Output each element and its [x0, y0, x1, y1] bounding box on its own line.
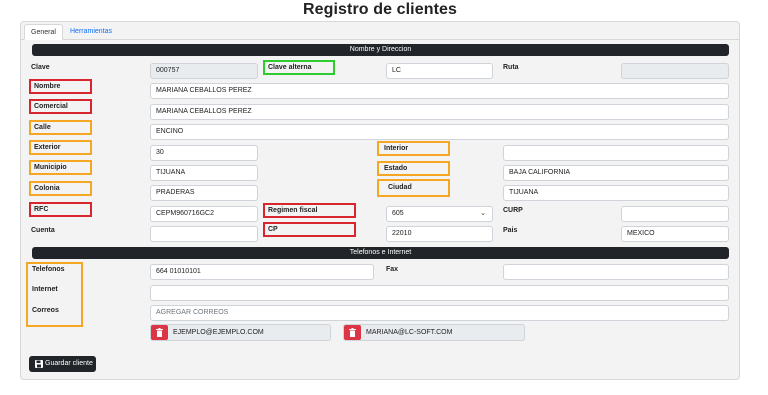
- telefonos-input[interactable]: 664 01010101: [150, 264, 374, 280]
- correos-input[interactable]: AGREGAR CORREOS: [150, 305, 729, 321]
- estado-label: Estado: [384, 165, 408, 172]
- email-address: MARIANA@LC-SOFT.COM: [366, 329, 453, 336]
- colonia-label: Colonia: [34, 185, 60, 192]
- email-chip: MARIANA@LC-SOFT.COM: [343, 324, 525, 341]
- curp-label: CURP: [503, 207, 523, 214]
- save-client-label: Guardar cliente: [45, 360, 93, 367]
- internet-input[interactable]: [150, 285, 729, 301]
- trash-icon: [349, 328, 356, 337]
- clave-alterna-label: Clave alterna: [268, 64, 312, 71]
- delete-email-button[interactable]: [151, 325, 168, 340]
- exterior-label: Exterior: [34, 144, 61, 151]
- fax-label: Fax: [386, 266, 399, 273]
- section-phones-internet: Telefonos e Internet: [32, 247, 729, 259]
- comercial-input[interactable]: MARIANA CEBALLOS PEREZ: [150, 104, 729, 120]
- cp-label: CP: [268, 226, 278, 233]
- interior-label: Interior: [384, 145, 409, 152]
- nombre-input[interactable]: MARIANA CEBALLOS PEREZ: [150, 83, 729, 99]
- regimen-fiscal-label: Regimen fiscal: [268, 207, 318, 214]
- tab-herramientas[interactable]: Herramientas: [64, 24, 118, 40]
- calle-label: Calle: [34, 124, 51, 131]
- clave-alterna-input[interactable]: LC: [386, 63, 493, 79]
- regimen-fiscal-select[interactable]: 605 ⌄: [386, 206, 493, 222]
- ruta-label: Ruta: [503, 64, 519, 71]
- nombre-label: Nombre: [34, 83, 61, 90]
- comercial-label: Comercial: [34, 103, 68, 110]
- telefonos-label: Telefonos: [32, 266, 65, 273]
- chevron-down-icon: ⌄: [480, 210, 486, 217]
- colonia-input[interactable]: PRADERAS: [150, 185, 258, 201]
- interior-input[interactable]: [503, 145, 729, 161]
- tab-bar: General Herramientas: [21, 22, 739, 40]
- correos-label: Correos: [32, 307, 59, 314]
- exterior-input[interactable]: 30: [150, 145, 258, 161]
- delete-email-button[interactable]: [344, 325, 361, 340]
- floppy-disk-icon: [35, 360, 43, 368]
- estado-input[interactable]: BAJA CALIFORNIA: [503, 165, 729, 181]
- curp-input[interactable]: [621, 206, 729, 222]
- ruta-input[interactable]: [621, 63, 729, 79]
- section-name-address: Nombre y Direccion: [32, 44, 729, 56]
- save-client-button[interactable]: Guardar cliente: [29, 356, 96, 372]
- email-address: EJEMPLO@EJEMPLO.COM: [173, 329, 264, 336]
- ciudad-label: Ciudad: [388, 184, 412, 191]
- internet-label: Internet: [32, 286, 58, 293]
- calle-input[interactable]: ENCINO: [150, 124, 729, 140]
- municipio-label: Municipio: [34, 164, 67, 171]
- pais-label: Pais: [503, 227, 518, 234]
- rfc-label: RFC: [34, 206, 49, 213]
- rfc-input[interactable]: CEPM960716GC2: [150, 206, 258, 222]
- clave-input[interactable]: 000757: [150, 63, 258, 79]
- pais-input[interactable]: MEXICO: [621, 226, 729, 242]
- email-chip: EJEMPLO@EJEMPLO.COM: [150, 324, 331, 341]
- regimen-fiscal-value: 605: [392, 210, 404, 217]
- cuenta-label: Cuenta: [31, 227, 55, 234]
- trash-icon: [156, 328, 163, 337]
- clave-label: Clave: [31, 64, 50, 71]
- cp-input[interactable]: 22010: [386, 226, 493, 242]
- cuenta-input[interactable]: [150, 226, 258, 242]
- page-title: Registro de clientes: [302, 1, 458, 18]
- ciudad-input[interactable]: TIJUANA: [503, 185, 729, 201]
- tab-general[interactable]: General: [24, 24, 63, 40]
- municipio-input[interactable]: TIJUANA: [150, 165, 258, 181]
- client-form-card: General Herramientas Nombre y Direccion …: [20, 21, 740, 380]
- fax-input[interactable]: [503, 264, 729, 280]
